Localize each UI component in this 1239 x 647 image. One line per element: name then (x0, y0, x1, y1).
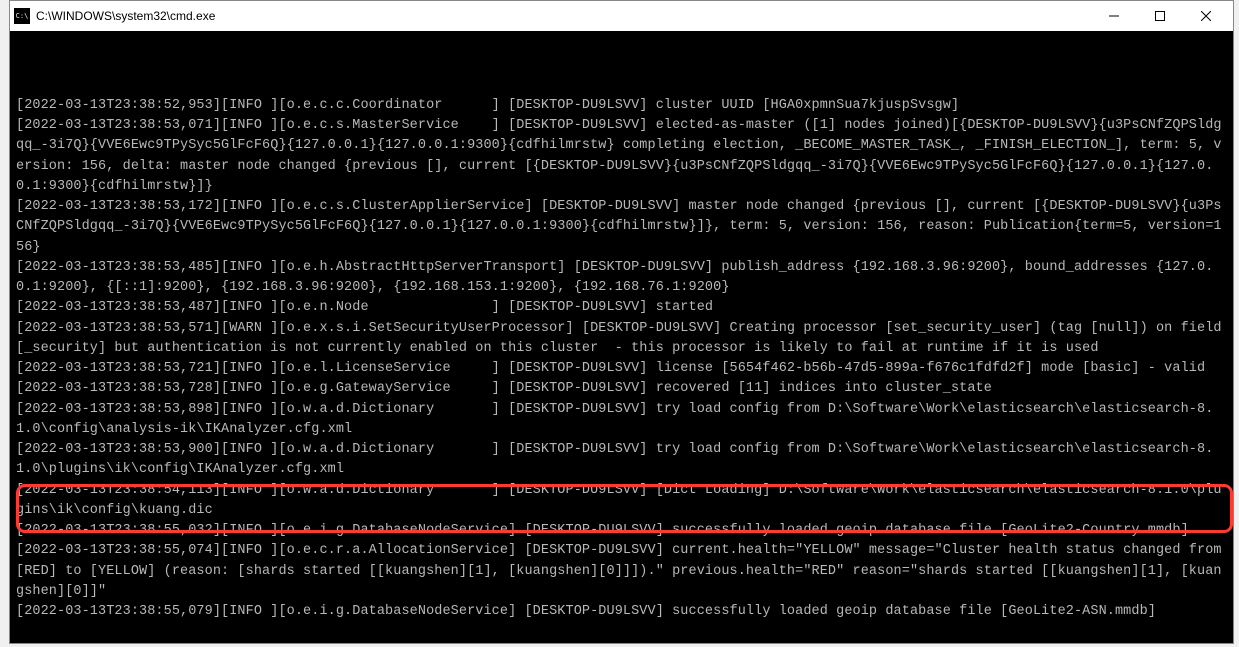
cmd-icon (14, 8, 30, 24)
close-button[interactable] (1183, 1, 1229, 31)
maximize-button[interactable] (1137, 1, 1183, 31)
log-line: [2022-03-13T23:38:53,485][INFO ][o.e.h.A… (16, 258, 1227, 299)
cmd-window: C:\WINDOWS\system32\cmd.exe [2022-03-13T… (9, 0, 1234, 644)
maximize-icon (1155, 11, 1165, 21)
log-line: [2022-03-13T23:38:55,079][INFO ][o.e.i.g… (16, 602, 1227, 622)
log-line: [2022-03-13T23:38:53,487][INFO ][o.e.n.N… (16, 298, 1227, 318)
minimize-icon (1109, 11, 1119, 21)
titlebar[interactable]: C:\WINDOWS\system32\cmd.exe (10, 1, 1233, 31)
log-line: [2022-03-13T23:38:53,721][INFO ][o.e.l.L… (16, 359, 1227, 379)
log-line: [2022-03-13T23:38:53,172][INFO ][o.e.c.s… (16, 197, 1227, 258)
log-line: [2022-03-13T23:38:55,032][INFO ][o.e.i.g… (16, 521, 1227, 541)
log-line: [2022-03-13T23:38:55,074][INFO ][o.e.c.r… (16, 541, 1227, 602)
minimize-button[interactable] (1091, 1, 1137, 31)
terminal-output[interactable]: [2022-03-13T23:38:52,953][INFO ][o.e.c.c… (10, 31, 1233, 643)
close-icon (1201, 11, 1211, 21)
log-line: [2022-03-13T23:38:53,900][INFO ][o.w.a.d… (16, 440, 1227, 481)
log-line: [2022-03-13T23:38:53,571][WARN ][o.e.x.s… (16, 319, 1227, 360)
log-line: [2022-03-13T23:38:52,953][INFO ][o.e.c.c… (16, 96, 1227, 116)
log-line: [2022-03-13T23:38:53,728][INFO ][o.e.g.G… (16, 379, 1227, 399)
window-title: C:\WINDOWS\system32\cmd.exe (36, 9, 215, 23)
log-line: [2022-03-13T23:38:54,113][INFO ][o.w.a.d… (16, 481, 1227, 522)
log-line: [2022-03-13T23:38:53,898][INFO ][o.w.a.d… (16, 400, 1227, 441)
log-line: [2022-03-13T23:38:53,071][INFO ][o.e.c.s… (16, 116, 1227, 197)
